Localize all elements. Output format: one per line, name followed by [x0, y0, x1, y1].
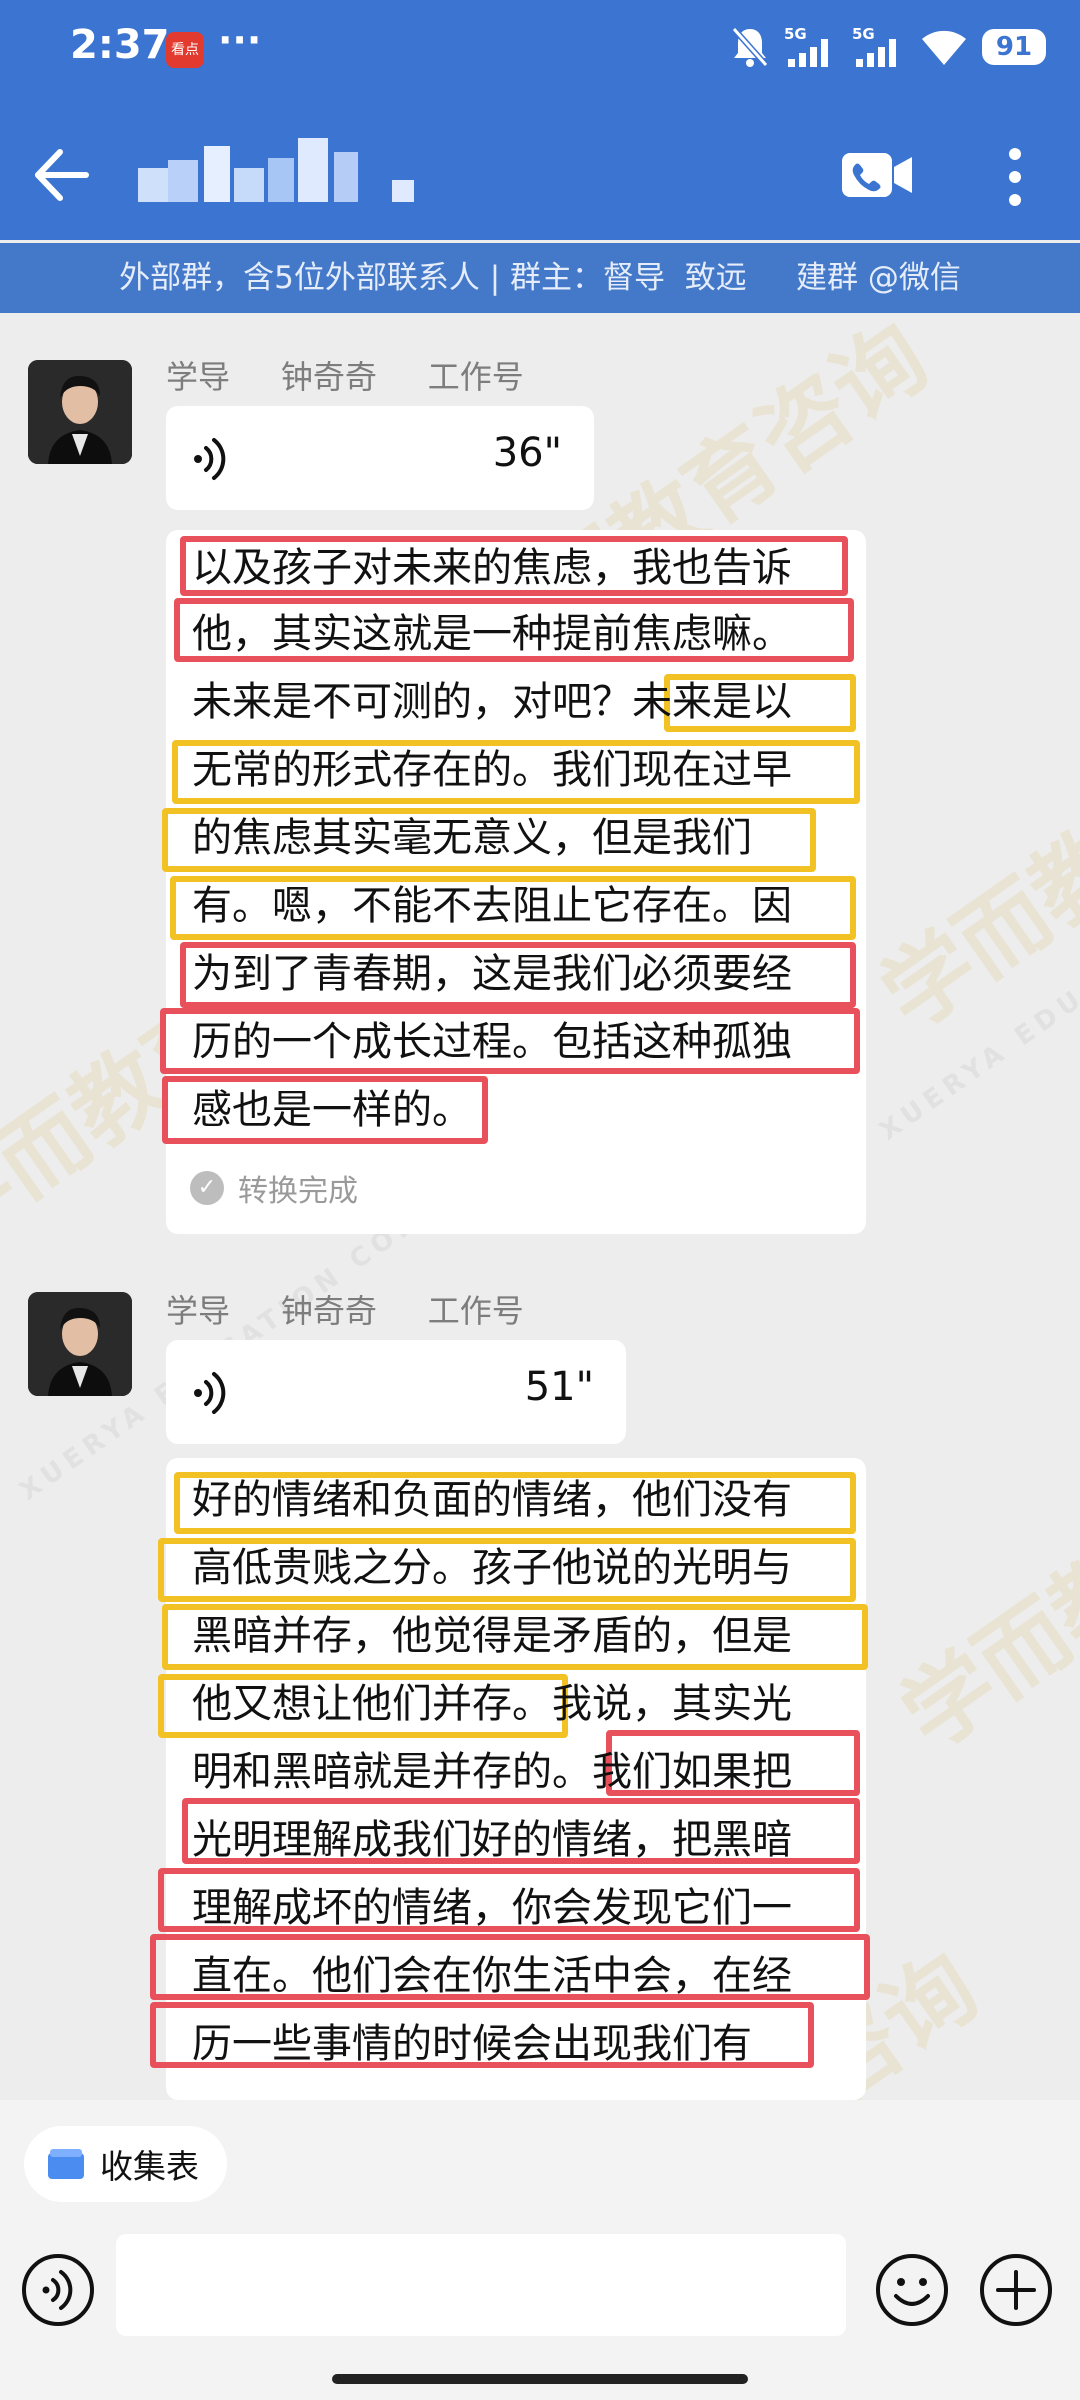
sender-label: 学导 钟奇奇 工作号: [166, 358, 524, 396]
transcript-line: 他，其实这就是一种提前焦虑嘛。: [192, 611, 792, 657]
chat-input-area: 收集表: [0, 2100, 1080, 2400]
voice-message[interactable]: 51": [166, 1340, 626, 1444]
transcript-line: 理解成坏的情绪，你会发现它们一: [192, 1885, 792, 1931]
signal-5g-icon: 5G: [784, 25, 828, 67]
transcript-line: 直在。他们会在你生活中会，在经: [192, 1953, 792, 1999]
sender-avatar[interactable]: [28, 1292, 132, 1396]
mute-bell-icon: [731, 27, 769, 67]
conversion-status: ✓ 转换完成: [190, 1166, 358, 1210]
conversion-status-text: 转换完成: [238, 1174, 358, 1209]
signal1-label: 5G: [784, 25, 807, 43]
status-more-dots: ···: [218, 18, 262, 62]
person-avatar-icon: [28, 1292, 132, 1396]
collect-form-label: 收集表: [100, 2147, 199, 2186]
status-time: 2:37: [70, 22, 170, 68]
pixelated-title-mask: [138, 138, 414, 202]
transcript-line: 高低贵贱之分。孩子他说的光明与: [192, 1545, 792, 1591]
transcript-line: 的焦虑其实毫无意义，但是我们: [192, 815, 752, 861]
sender-avatar[interactable]: [28, 360, 132, 464]
transcript-line: 感也是一样的。: [192, 1087, 472, 1133]
watermark: 学而教育咨询: [883, 1374, 1080, 1770]
transcript-line: 好的情绪和负面的情绪，他们没有: [192, 1477, 792, 1523]
transcript-line: 黑暗并存，他觉得是矛盾的，但是: [192, 1613, 792, 1659]
collect-form-button[interactable]: 收集表: [24, 2126, 227, 2202]
watermark-en: XUERYA EDUCATION CONSULTATION: [874, 723, 1080, 1147]
watermark: 学而教育咨询: [863, 654, 1080, 1050]
status-indicators: 5G 5G 91: [730, 22, 1046, 72]
transcript-line: 为到了青春期，这是我们必须要经: [192, 951, 792, 997]
voice-input-icon[interactable]: [20, 2252, 96, 2328]
transcript-line: 历一些事情的时候会出现我们有: [192, 2021, 752, 2067]
transcript-line: 有。嗯，不能不去阻止它存在。因: [192, 883, 792, 929]
transcript-line: 明和黑暗就是并存的。我们如果把: [192, 1749, 792, 1795]
emoji-icon[interactable]: [872, 2250, 952, 2330]
check-icon: ✓: [190, 1171, 224, 1205]
transcript-line: 无常的形式存在的。我们现在过早: [192, 747, 792, 793]
person-avatar-icon: [28, 360, 132, 464]
transcript-line: 以及孩子对未来的焦虑，我也告诉: [192, 545, 792, 591]
battery-indicator: 91: [982, 29, 1046, 65]
kandian-app-icon: 看点: [166, 32, 204, 68]
video-call-icon[interactable]: [840, 145, 914, 205]
signal-5g-icon-2: 5G: [852, 25, 896, 67]
message-input[interactable]: [116, 2234, 846, 2336]
voice-transcript[interactable]: 以及孩子对未来的焦虑，我也告诉 他，其实这就是一种提前焦虑嘛。 未来是不可测的，…: [160, 530, 866, 1234]
voice-wave-icon: [194, 438, 226, 480]
wifi-icon: [922, 30, 966, 65]
voice-duration: 51": [524, 1364, 594, 1410]
voice-message[interactable]: 36": [166, 406, 594, 510]
voice-transcript[interactable]: 好的情绪和负面的情绪，他们没有 高低贵贱之分。孩子他说的光明与 黑暗并存，他觉得…: [150, 1458, 870, 2100]
app-header: 2:37 看点 ··· 5G 5G 91 外部群，含5位外部联系人 | 群主：督…: [0, 0, 1080, 313]
signal2-label: 5G: [852, 25, 875, 43]
chat-title-redacted: [138, 138, 418, 210]
home-indicator[interactable]: [332, 2374, 748, 2384]
transcript-line: 光明理解成我们好的情绪，把黑暗: [192, 1817, 792, 1863]
voice-duration: 36": [492, 430, 562, 476]
group-info-bar[interactable]: 外部群，含5位外部联系人 | 群主：督导 致远 建群 @微信: [0, 243, 1080, 313]
more-options-icon[interactable]: [995, 146, 1035, 208]
transcript-line: 他又想让他们并存。我说，其实光: [192, 1681, 792, 1727]
transcript-line: 历的一个成长过程。包括这种孤独: [192, 1019, 792, 1065]
voice-wave-icon: [194, 1372, 226, 1414]
folder-icon: [48, 2149, 84, 2179]
transcript-line: 未来是不可测的，对吧？未来是以: [192, 679, 792, 725]
sender-label: 学导 钟奇奇 工作号: [166, 1292, 524, 1330]
plus-icon[interactable]: [976, 2250, 1056, 2330]
back-arrow-icon[interactable]: [28, 140, 98, 210]
